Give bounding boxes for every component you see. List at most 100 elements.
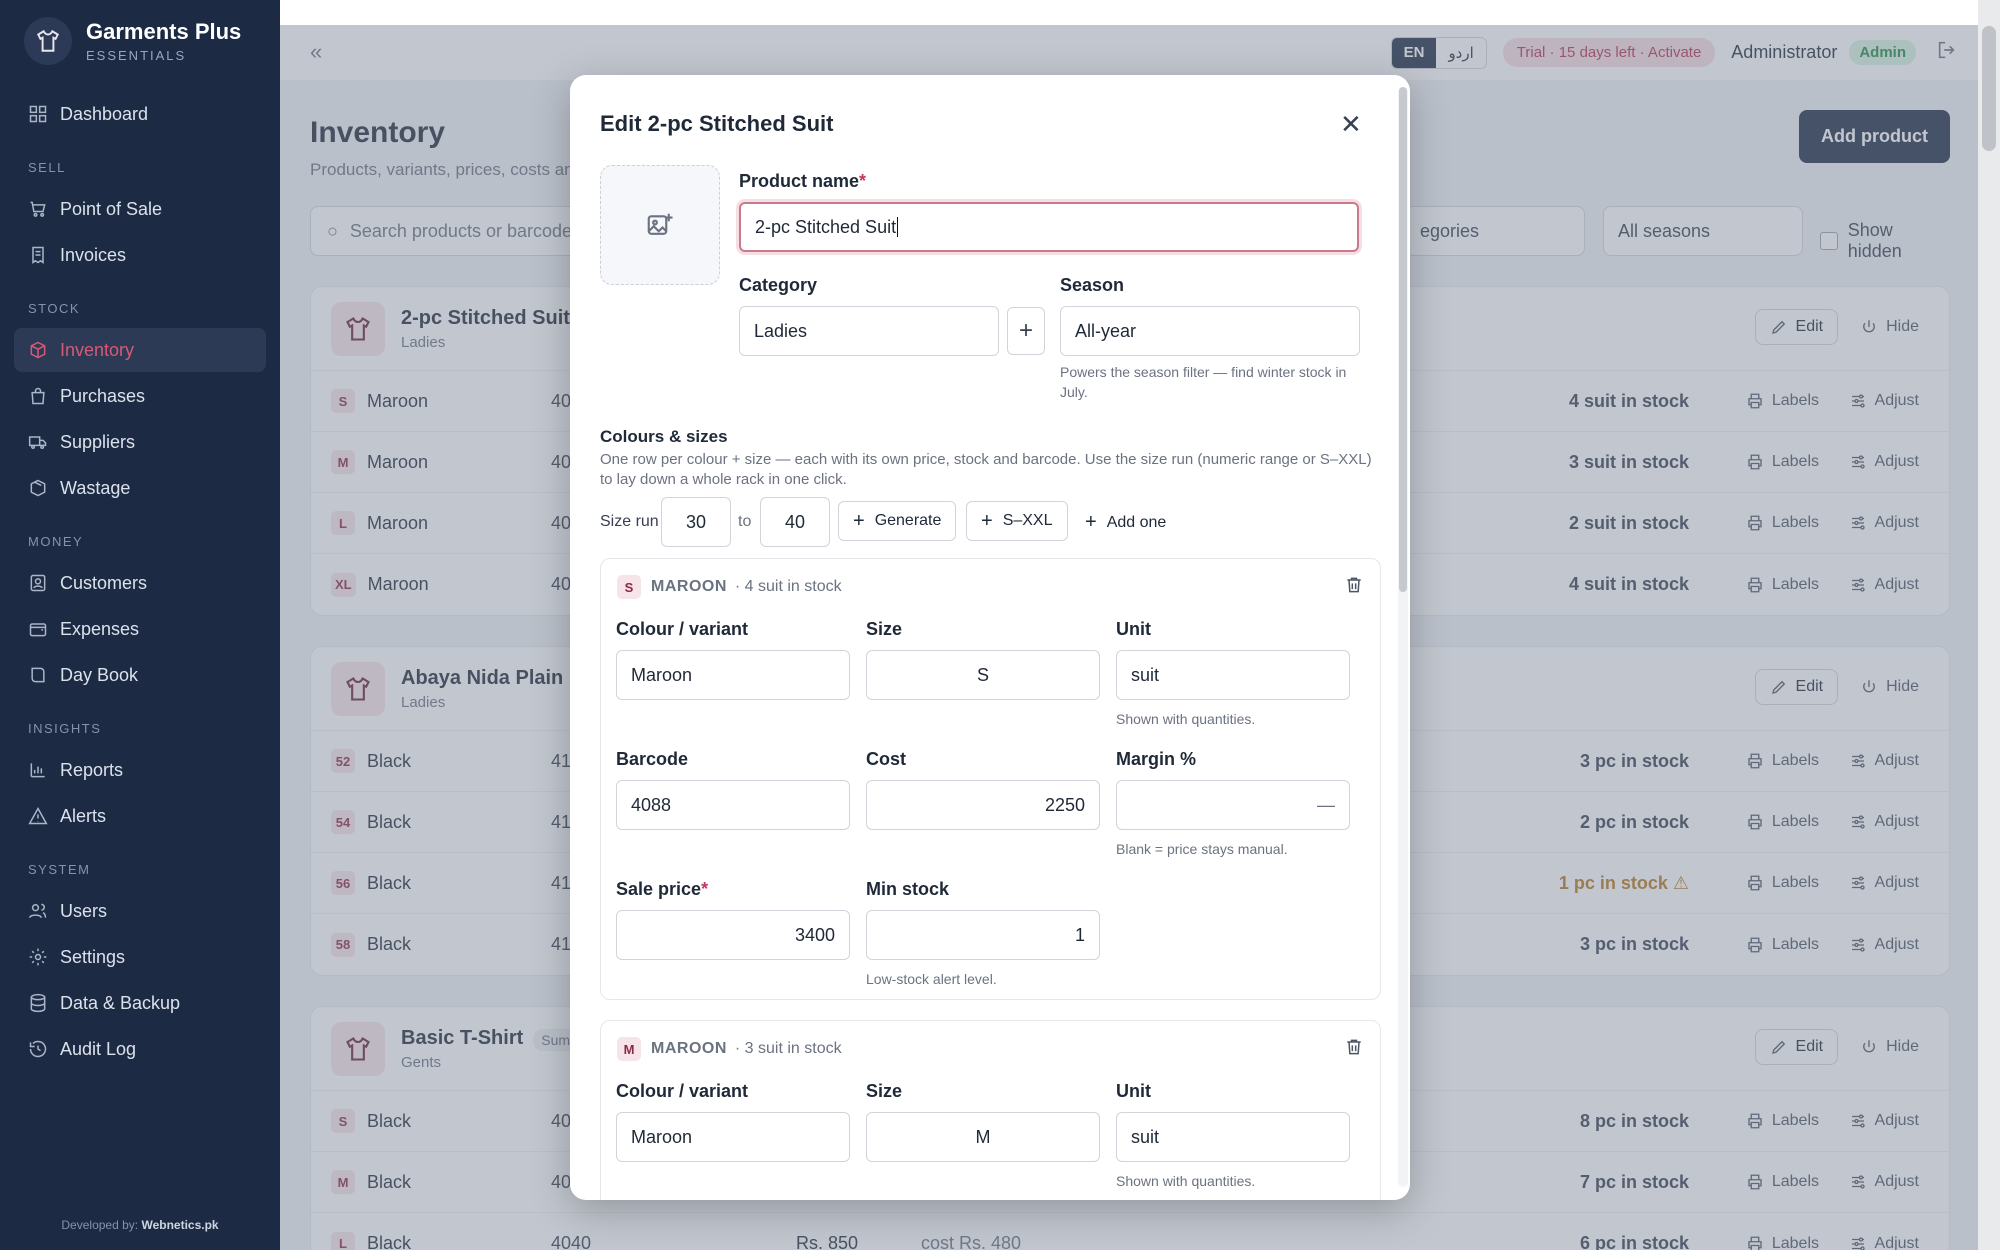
cost-input[interactable]: 2250 bbox=[866, 780, 1100, 830]
add-one-label: Add one bbox=[1106, 513, 1167, 531]
add-one-button[interactable]: + Add one bbox=[1085, 511, 1166, 534]
nav-item-alerts[interactable]: Alerts bbox=[14, 794, 266, 838]
truck-icon bbox=[28, 436, 47, 449]
nav-item-invoices[interactable]: Invoices bbox=[14, 233, 266, 277]
nav-item-daybook[interactable]: Day Book bbox=[14, 653, 266, 697]
modal-scrollbar-thumb[interactable] bbox=[1399, 87, 1407, 592]
colour-label: Colour / variant bbox=[616, 1081, 749, 1101]
margin-hint: Blank = price stays manual. bbox=[1116, 841, 1288, 857]
nav-label: Invoices bbox=[60, 244, 127, 265]
nav-label: Users bbox=[60, 900, 108, 921]
nav-label: Point of Sale bbox=[60, 198, 163, 219]
cart-icon bbox=[30, 201, 46, 217]
nav-item-customers[interactable]: Customers bbox=[14, 561, 266, 605]
delete-variant-button[interactable] bbox=[1344, 1037, 1364, 1062]
product-name-label: Product name* bbox=[739, 171, 866, 192]
modal-scrollbar[interactable] bbox=[1398, 87, 1408, 1187]
nav-section-sell: SELL bbox=[28, 160, 66, 175]
nav-label: Wastage bbox=[60, 477, 131, 498]
size-input[interactable]: S bbox=[866, 650, 1100, 700]
database-icon bbox=[30, 993, 46, 1013]
box-icon bbox=[30, 479, 46, 497]
nav-item-backup[interactable]: Data & Backup bbox=[14, 981, 266, 1025]
unit-label: Unit bbox=[1116, 619, 1151, 639]
category-select[interactable]: Ladies bbox=[739, 306, 999, 356]
required-mark: * bbox=[859, 171, 867, 191]
nav-item-purchases[interactable]: Purchases bbox=[14, 374, 266, 418]
margin-label: Margin % bbox=[1116, 749, 1197, 769]
variant-size-tag: M bbox=[617, 1037, 641, 1061]
dev-name: Webnetics.pk bbox=[141, 1218, 219, 1232]
product-name-input[interactable]: 2-pc Stitched Suit bbox=[739, 202, 1359, 252]
margin-input[interactable]: — bbox=[1116, 780, 1350, 830]
unit-hint: Shown with quantities. bbox=[1116, 711, 1256, 727]
size-label: Size bbox=[866, 619, 903, 639]
min-stock-input[interactable]: 1 bbox=[866, 910, 1100, 960]
nav-item-wastage[interactable]: Wastage bbox=[14, 466, 266, 510]
variant-size-tag: S bbox=[617, 575, 641, 599]
nav-item-inventory[interactable]: Inventory bbox=[14, 328, 266, 372]
variant-color: MAROON bbox=[651, 578, 727, 595]
barcode-input[interactable]: 4088 bbox=[616, 780, 850, 830]
sale-price-label-text: Sale price bbox=[616, 879, 702, 899]
unit-input[interactable]: suit bbox=[1116, 650, 1350, 700]
size-run-label: Size run bbox=[600, 513, 659, 530]
unit-input[interactable]: suit bbox=[1116, 1112, 1350, 1162]
nav-label: Inventory bbox=[60, 339, 135, 360]
generate-button[interactable]: + Generate bbox=[838, 501, 957, 541]
image-upload[interactable] bbox=[600, 165, 720, 285]
size-input[interactable]: M bbox=[866, 1112, 1100, 1162]
nav-label: Data & Backup bbox=[60, 992, 181, 1013]
contact-icon bbox=[30, 574, 46, 592]
size-run-from[interactable]: 30 bbox=[661, 497, 731, 547]
plus-icon: + bbox=[981, 509, 993, 532]
page-scrollbar-thumb[interactable] bbox=[1982, 26, 1996, 151]
sale-price-label: Sale price* bbox=[616, 879, 708, 900]
history-icon bbox=[29, 1040, 47, 1058]
nav-item-audit[interactable]: Audit Log bbox=[14, 1027, 266, 1071]
nav-item-pos[interactable]: Point of Sale bbox=[14, 187, 266, 231]
season-select[interactable]: All-year bbox=[1060, 306, 1360, 356]
page-scrollbar[interactable] bbox=[1978, 0, 2000, 1250]
nav-item-dashboard[interactable]: Dashboard bbox=[14, 92, 266, 136]
variant-stock: · 4 suit in stock bbox=[734, 578, 842, 595]
size-run-to[interactable]: 40 bbox=[760, 497, 830, 547]
warning-icon bbox=[28, 806, 48, 825]
nav-item-expenses[interactable]: Expenses bbox=[14, 607, 266, 651]
sale-price-input[interactable]: 3400 bbox=[616, 910, 850, 960]
shirt-logo-icon bbox=[24, 17, 72, 65]
cost-label: Cost bbox=[866, 749, 906, 769]
modal-title: Edit 2-pc Stitched Suit bbox=[600, 111, 834, 136]
s-xxl-label: S–XXL bbox=[1002, 512, 1053, 529]
nav-item-reports[interactable]: Reports bbox=[14, 748, 266, 792]
grid-icon bbox=[29, 105, 47, 123]
package-icon bbox=[30, 341, 46, 359]
nav-section-system: SYSTEM bbox=[28, 862, 91, 877]
sidebar: Garments Plus ESSENTIALS Dashboard SELL … bbox=[0, 0, 280, 1250]
required-mark: * bbox=[701, 879, 709, 899]
close-icon[interactable]: ✕ bbox=[1340, 109, 1362, 140]
category-label: Category bbox=[739, 275, 818, 295]
product-name-label-text: Product name bbox=[739, 171, 860, 191]
bag-icon bbox=[31, 387, 45, 405]
colour-input[interactable]: Maroon bbox=[616, 1112, 850, 1162]
product-name-value: 2-pc Stitched Suit bbox=[755, 216, 897, 237]
colour-input[interactable]: Maroon bbox=[616, 650, 850, 700]
brand-name: Garments Plus bbox=[86, 19, 242, 44]
top-strip bbox=[280, 0, 1978, 25]
wallet-icon bbox=[29, 623, 47, 637]
nav: Dashboard SELL Point of Sale Invoices ST… bbox=[0, 82, 280, 1081]
nav-label: Suppliers bbox=[60, 431, 136, 452]
delete-variant-button[interactable] bbox=[1344, 575, 1364, 600]
season-label: Season bbox=[1060, 275, 1125, 295]
nav-item-suppliers[interactable]: Suppliers bbox=[14, 420, 266, 464]
add-category-button[interactable]: + bbox=[1007, 307, 1045, 355]
s-xxl-button[interactable]: + S–XXL bbox=[966, 501, 1068, 541]
trash-icon bbox=[1347, 577, 1361, 593]
brand: Garments Plus ESSENTIALS bbox=[0, 0, 280, 82]
nav-item-settings[interactable]: Settings bbox=[14, 935, 266, 979]
colour-label: Colour / variant bbox=[616, 619, 749, 639]
nav-label: Reports bbox=[60, 759, 124, 780]
nav-item-users[interactable]: Users bbox=[14, 889, 266, 933]
colours-sizes-description: One row per colour + size — each with it… bbox=[600, 451, 1372, 488]
